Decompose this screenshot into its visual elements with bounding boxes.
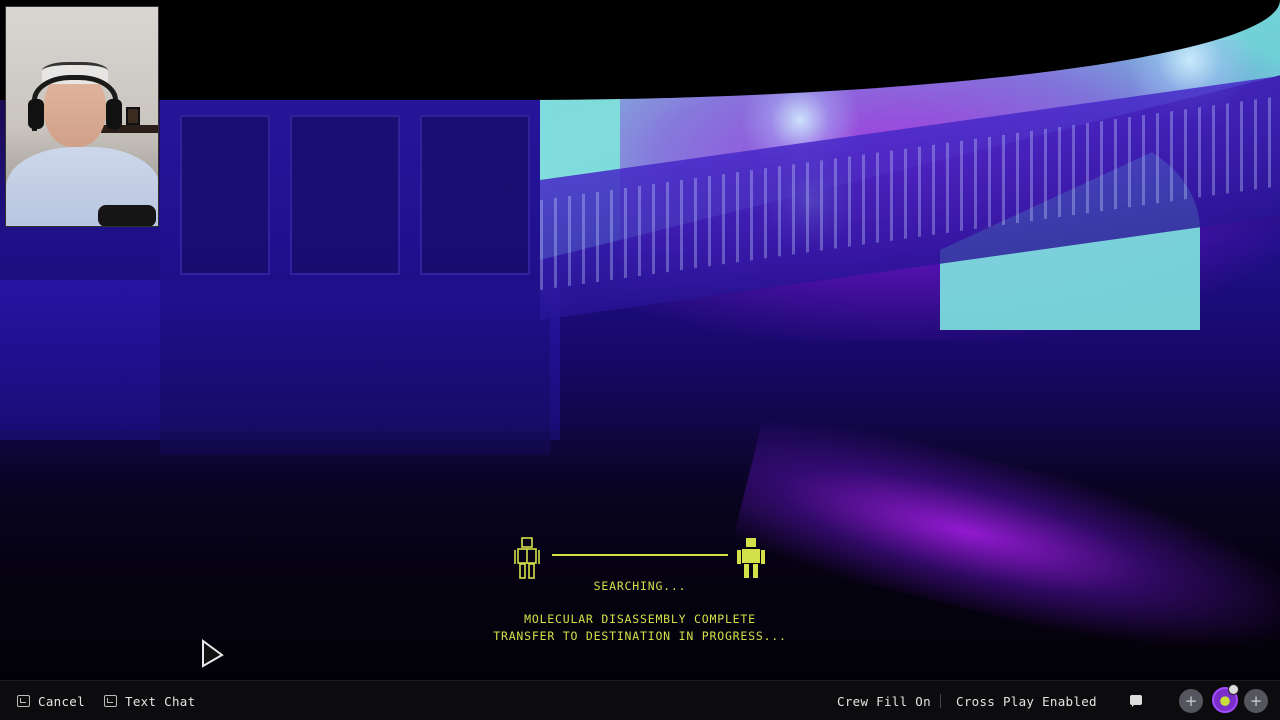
text-chat-label: Text Chat: [125, 693, 196, 709]
chat-icon[interactable]: [1130, 695, 1142, 707]
crew-fill-label: Crew Fill On: [837, 693, 931, 709]
cancel-button[interactable]: Cancel: [17, 681, 85, 720]
player-outline-icon: [514, 537, 540, 579]
mouse-cursor-icon: [202, 639, 224, 668]
headset-ear-right: [106, 99, 122, 129]
key-prompt-icon: [104, 695, 117, 707]
key-prompt-icon: [17, 695, 30, 707]
cross-play-label: Cross Play Enabled: [956, 693, 1097, 709]
status-message-line1: MOLECULAR DISASSEMBLY COMPLETE: [524, 612, 756, 626]
webcam-overlay: [5, 6, 159, 227]
crew-fill-toggle[interactable]: Crew Fill On: [837, 681, 931, 720]
microphone-icon: [1228, 684, 1239, 695]
status-message-line2: TRANSFER TO DESTINATION IN PROGRESS...: [493, 629, 787, 643]
matchmaking-status: SEARCHING... MOLECULAR DISASSEMBLY COMPL…: [490, 530, 790, 650]
headset-ear-left: [28, 99, 44, 129]
bottom-action-bar: Cancel Text Chat Crew Fill On Cross Play…: [0, 680, 1280, 720]
scene-building: [160, 95, 550, 455]
scene-window: [180, 115, 270, 275]
scene-window: [420, 115, 530, 275]
divider: [940, 694, 941, 708]
text-chat-button[interactable]: Text Chat: [104, 681, 195, 720]
scene-window: [290, 115, 400, 275]
player-filled-icon: [737, 538, 765, 578]
webcam-picture-frame: [126, 107, 140, 125]
searching-status: SEARCHING...: [593, 579, 687, 593]
transfer-progress-line: [552, 554, 728, 556]
add-party-member-button-2[interactable]: +: [1244, 689, 1268, 713]
webcam-controller: [98, 205, 156, 226]
cross-play-toggle[interactable]: Cross Play Enabled: [956, 681, 1097, 720]
cancel-label: Cancel: [38, 693, 85, 709]
add-party-member-button[interactable]: +: [1179, 689, 1203, 713]
